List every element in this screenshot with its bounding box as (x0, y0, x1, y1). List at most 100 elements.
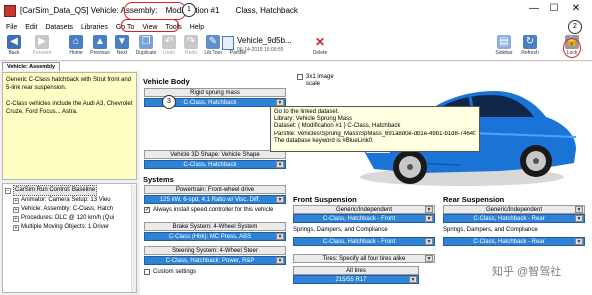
front-kinematics-library-button[interactable]: Generic/Independent ▼ (293, 205, 435, 214)
dataset-name[interactable]: Vehicle_9d5b... (237, 36, 292, 45)
next-button[interactable]: ▼ Next (110, 34, 134, 60)
dropdown-arrow-icon[interactable]: ▼ (575, 206, 583, 213)
dropdown-arrow-icon[interactable]: ▼ (276, 233, 284, 240)
redo-button[interactable]: ↷ Redo (179, 34, 203, 60)
dataset-tooltip: Go to the linked dataset. Library: Vehic… (270, 106, 480, 152)
tires-dataset-select[interactable]: 215/55 R17 ▼ (293, 275, 419, 284)
expand-icon[interactable]: + (13, 224, 19, 231)
expand-icon[interactable]: + (13, 215, 19, 222)
title-bar: [CarSim_Data_QS] Vehicle: Assembly: Modi… (0, 0, 592, 22)
dropdown-arrow-icon[interactable]: ▼ (575, 238, 583, 245)
rear-kinematics-library-button[interactable]: Generic/Independent ▼ (443, 205, 585, 214)
front-compliance-dataset-select[interactable]: C-Class, Hatchback - Front ▼ (293, 237, 435, 246)
shape-dataset-select[interactable]: C-Class, Hatchback ▼ (144, 160, 286, 169)
dropdown-arrow-icon[interactable]: ▼ (425, 215, 433, 222)
modification-highlight (124, 2, 186, 20)
redo-icon: ↷ (184, 35, 198, 49)
expand-icon[interactable]: + (13, 206, 19, 213)
dropdown-arrow-icon[interactable]: ▼ (425, 255, 433, 262)
duplicate-button[interactable]: ❐ Duplicate (134, 34, 158, 60)
shape-library-button[interactable]: Vehicle 3D Shape: Vehicle Shape (144, 150, 286, 159)
callout-1: 1 (182, 3, 196, 17)
image-scale-checkbox[interactable] (297, 74, 303, 80)
up-arrow-icon: ▲ (93, 35, 107, 49)
tree-item-vehicle[interactable]: + Vehicle: Assembly: C-Class, Hatch (5, 205, 134, 214)
dropdown-arrow-icon[interactable]: ▼ (276, 196, 284, 203)
dropdown-arrow-icon[interactable]: ▼ (425, 206, 433, 213)
expand-icon[interactable]: + (13, 197, 19, 204)
menu-datasets[interactable]: Datasets (45, 22, 73, 33)
dataset-timestamp: 06-14-2019 15:09:55 (237, 47, 284, 53)
steering-library-button[interactable]: Steering System: 4-Wheel Steer (144, 246, 286, 255)
previous-button[interactable]: ▲ Previous (88, 34, 112, 60)
dropdown-arrow-icon[interactable]: ▼ (409, 276, 417, 283)
callout-3: 3 (162, 95, 176, 109)
maximize-button[interactable]: ☐ (546, 3, 562, 17)
down-arrow-icon: ▼ (115, 35, 129, 49)
tires-option-button[interactable]: Tires: Specify all four tires alike ▼ (293, 254, 435, 263)
rear-kinematics-dataset-select[interactable]: C-Class, Hatchback - Rear ▼ (443, 214, 585, 223)
front-kinematics-dataset-select[interactable]: C-Class, Hatchback - Front ▼ (293, 214, 435, 223)
delete-button[interactable]: ✕ Delete (308, 34, 332, 60)
brake-library-button[interactable]: Brake System: 4-Wheel System (144, 222, 286, 231)
brake-dataset-select[interactable]: C-Class (Hbk): MC Press, ABS ▼ (144, 232, 286, 241)
refresh-icon: ↻ (523, 35, 537, 49)
dropdown-arrow-icon[interactable]: ▼ (276, 99, 284, 106)
tree-item-moving-objects[interactable]: + Multiple Moving Objects: 1 Driver (5, 223, 134, 232)
run-tree: − CarSim Run Control: Baseline + Animato… (2, 183, 137, 293)
tires-library-button[interactable]: All tires (293, 266, 419, 275)
powertrain-library-button[interactable]: Powertrain: Front-wheel drive (144, 185, 286, 194)
wrench-icon: ✎ (206, 35, 220, 49)
back-button[interactable]: ◀ Back (2, 34, 26, 60)
rear-compliance-dataset-select[interactable]: C-Class, Hatchback - Rear ▼ (443, 237, 585, 246)
menu-help[interactable]: Help (190, 22, 204, 33)
callout-2: 2 (568, 20, 582, 34)
collapse-icon[interactable]: − (5, 187, 11, 194)
steering-dataset-select[interactable]: C-Class, Hatchback: Power, R&P ▼ (144, 256, 286, 265)
menu-file[interactable]: File (6, 22, 17, 33)
menu-highlight (121, 19, 179, 32)
systems-title: Systems (143, 175, 174, 184)
carsim-app-icon (4, 5, 16, 17)
image-scale-option[interactable]: 3x1 image scale (297, 74, 346, 88)
tab-vehicle-assembly[interactable]: Vehicle: Assembly (2, 62, 61, 71)
powertrain-dataset-select[interactable]: 125 kW, 6-spd, 4.1 Ratio w/ Visc. Diff. … (144, 195, 286, 204)
notes-field[interactable]: Generic C-Class hatchback with Strut fro… (2, 72, 137, 180)
front-suspension-title: Front Suspension (293, 195, 357, 204)
custom-settings-checkbox[interactable] (144, 269, 150, 275)
home-button[interactable]: ⌂ Home (64, 34, 88, 60)
forward-arrow-icon: ▶ (35, 35, 49, 49)
sidebar-button[interactable]: ▤ Sidebar (492, 34, 516, 60)
speed-controller-checkbox[interactable]: ✓ (144, 207, 150, 213)
watermark: 知乎 @智驾社 (492, 266, 562, 278)
dropdown-arrow-icon[interactable]: ▼ (575, 215, 583, 222)
rear-suspension-title: Rear Suspension (443, 195, 505, 204)
custom-settings-option[interactable]: Custom settings (144, 269, 196, 275)
delete-x-icon: ✕ (313, 35, 327, 49)
undo-icon: ↶ (162, 35, 176, 49)
dataset-info: Vehicle_9d5b... 06-14-2019 15:09:55 (222, 35, 300, 57)
front-compliance-label: Springs, Dampers, and Compliance (293, 227, 388, 233)
back-arrow-icon: ◀ (7, 35, 21, 49)
menu-edit[interactable]: Edit (25, 22, 37, 33)
undo-button[interactable]: ↶ Undo (157, 34, 181, 60)
tree-scrollbar[interactable] (131, 185, 136, 292)
refresh-button[interactable]: ↻ Refresh (518, 34, 542, 60)
duplicate-icon: ❐ (139, 35, 153, 49)
forward-button[interactable]: ▶ Forward (30, 34, 54, 60)
tree-item-procedures[interactable]: + Procedures: DLC @ 120 km/h (Qui (5, 214, 134, 223)
dropdown-arrow-icon[interactable]: ▼ (276, 161, 284, 168)
sidebar-icon: ▤ (497, 35, 511, 49)
lock-highlight (563, 38, 581, 58)
close-window-button[interactable]: ✕ (568, 3, 584, 17)
tree-root[interactable]: − CarSim Run Control: Baseline (5, 185, 134, 196)
menu-libraries[interactable]: Libraries (81, 22, 108, 33)
rear-compliance-label: Springs, Dampers, and Compliance (443, 227, 538, 233)
left-tab-bar: Vehicle: Assembly (0, 62, 140, 71)
minimize-button[interactable]: — (526, 3, 542, 17)
dropdown-arrow-icon[interactable]: ▼ (276, 257, 284, 264)
speed-controller-option[interactable]: ✓ Always install speed controller for th… (144, 207, 273, 213)
dropdown-arrow-icon[interactable]: ▼ (425, 238, 433, 245)
tree-item-animator[interactable]: + Animator: Camera Setup: 13 Vieu (5, 196, 134, 205)
carsim-window: [CarSim_Data_QS] Vehicle: Assembly: Modi… (0, 0, 592, 295)
